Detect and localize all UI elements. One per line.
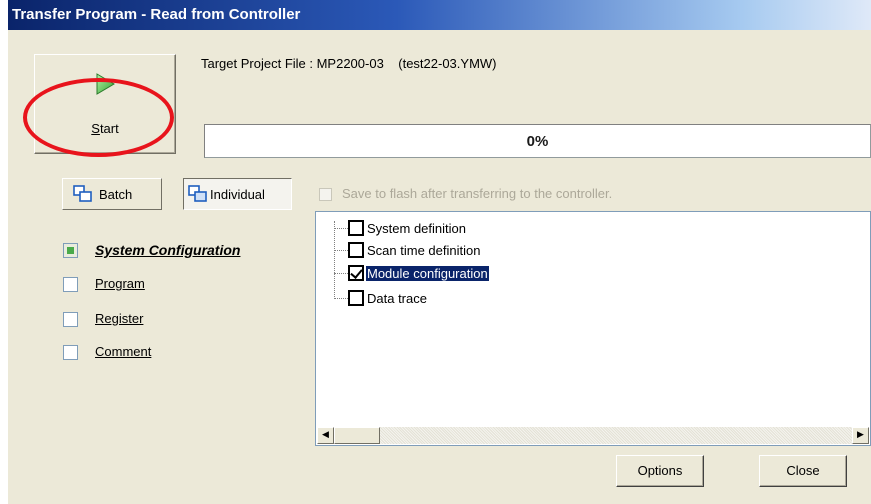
tree-item-system-definition[interactable]: System definition <box>334 218 467 238</box>
target-project-label: Target Project File : MP2200-03 (test22-… <box>201 56 497 71</box>
close-button[interactable]: Close <box>759 455 847 487</box>
individual-icon <box>188 185 207 202</box>
category-checkbox[interactable] <box>63 312 78 327</box>
category-label: Program <box>95 276 145 291</box>
tree-item-label: Data trace <box>367 290 427 306</box>
category-label: Register <box>95 311 144 326</box>
tree-item-module-configuration[interactable]: Module configuration <box>334 263 489 283</box>
batch-button[interactable]: Batch <box>62 178 162 210</box>
save-to-flash-label: Save to flash after transferring to the … <box>342 186 613 201</box>
tree-item-scan-time-definition[interactable]: Scan time definition <box>334 240 481 260</box>
scroll-left-arrow-icon[interactable]: ◀ <box>317 427 334 444</box>
tree-item-label: System definition <box>367 220 466 236</box>
category-label: Comment <box>95 344 152 359</box>
tree-item-checkbox[interactable] <box>348 220 364 236</box>
category-checkbox[interactable] <box>63 243 78 258</box>
options-button[interactable]: Options <box>616 455 704 487</box>
tree-item-data-trace[interactable]: Data trace <box>334 288 428 308</box>
tree-item-checkbox[interactable] <box>348 290 364 306</box>
category-label: System Configuration <box>95 242 241 258</box>
item-tree-view[interactable]: System definition Scan time definition M… <box>315 211 871 446</box>
save-to-flash-checkbox[interactable] <box>319 188 332 201</box>
category-checkbox[interactable] <box>63 277 78 292</box>
horizontal-scrollbar[interactable]: ◀ ▶ <box>317 427 869 444</box>
tree-item-label: Module configuration <box>366 265 489 281</box>
tree-item-checkbox[interactable] <box>348 265 364 281</box>
start-button-label: Start <box>91 121 119 136</box>
category-checkbox[interactable] <box>63 345 78 360</box>
window-title: Transfer Program - Read from Controller <box>8 0 871 30</box>
transfer-dialog: Transfer Program - Read from Controller … <box>8 0 871 504</box>
individual-button[interactable]: Individual <box>183 178 292 210</box>
tree-item-checkbox[interactable] <box>348 242 364 258</box>
batch-icon <box>73 185 92 202</box>
scroll-thumb[interactable] <box>334 427 380 444</box>
scroll-right-arrow-icon[interactable]: ▶ <box>852 427 869 444</box>
progress-bar: 0% <box>204 124 871 158</box>
tree-item-label: Scan time definition <box>367 242 481 258</box>
progress-percent: 0% <box>526 133 549 150</box>
batch-label: Batch <box>99 186 133 202</box>
play-icon <box>96 73 115 95</box>
individual-label: Individual <box>210 186 265 202</box>
start-button[interactable]: Start <box>34 54 176 154</box>
